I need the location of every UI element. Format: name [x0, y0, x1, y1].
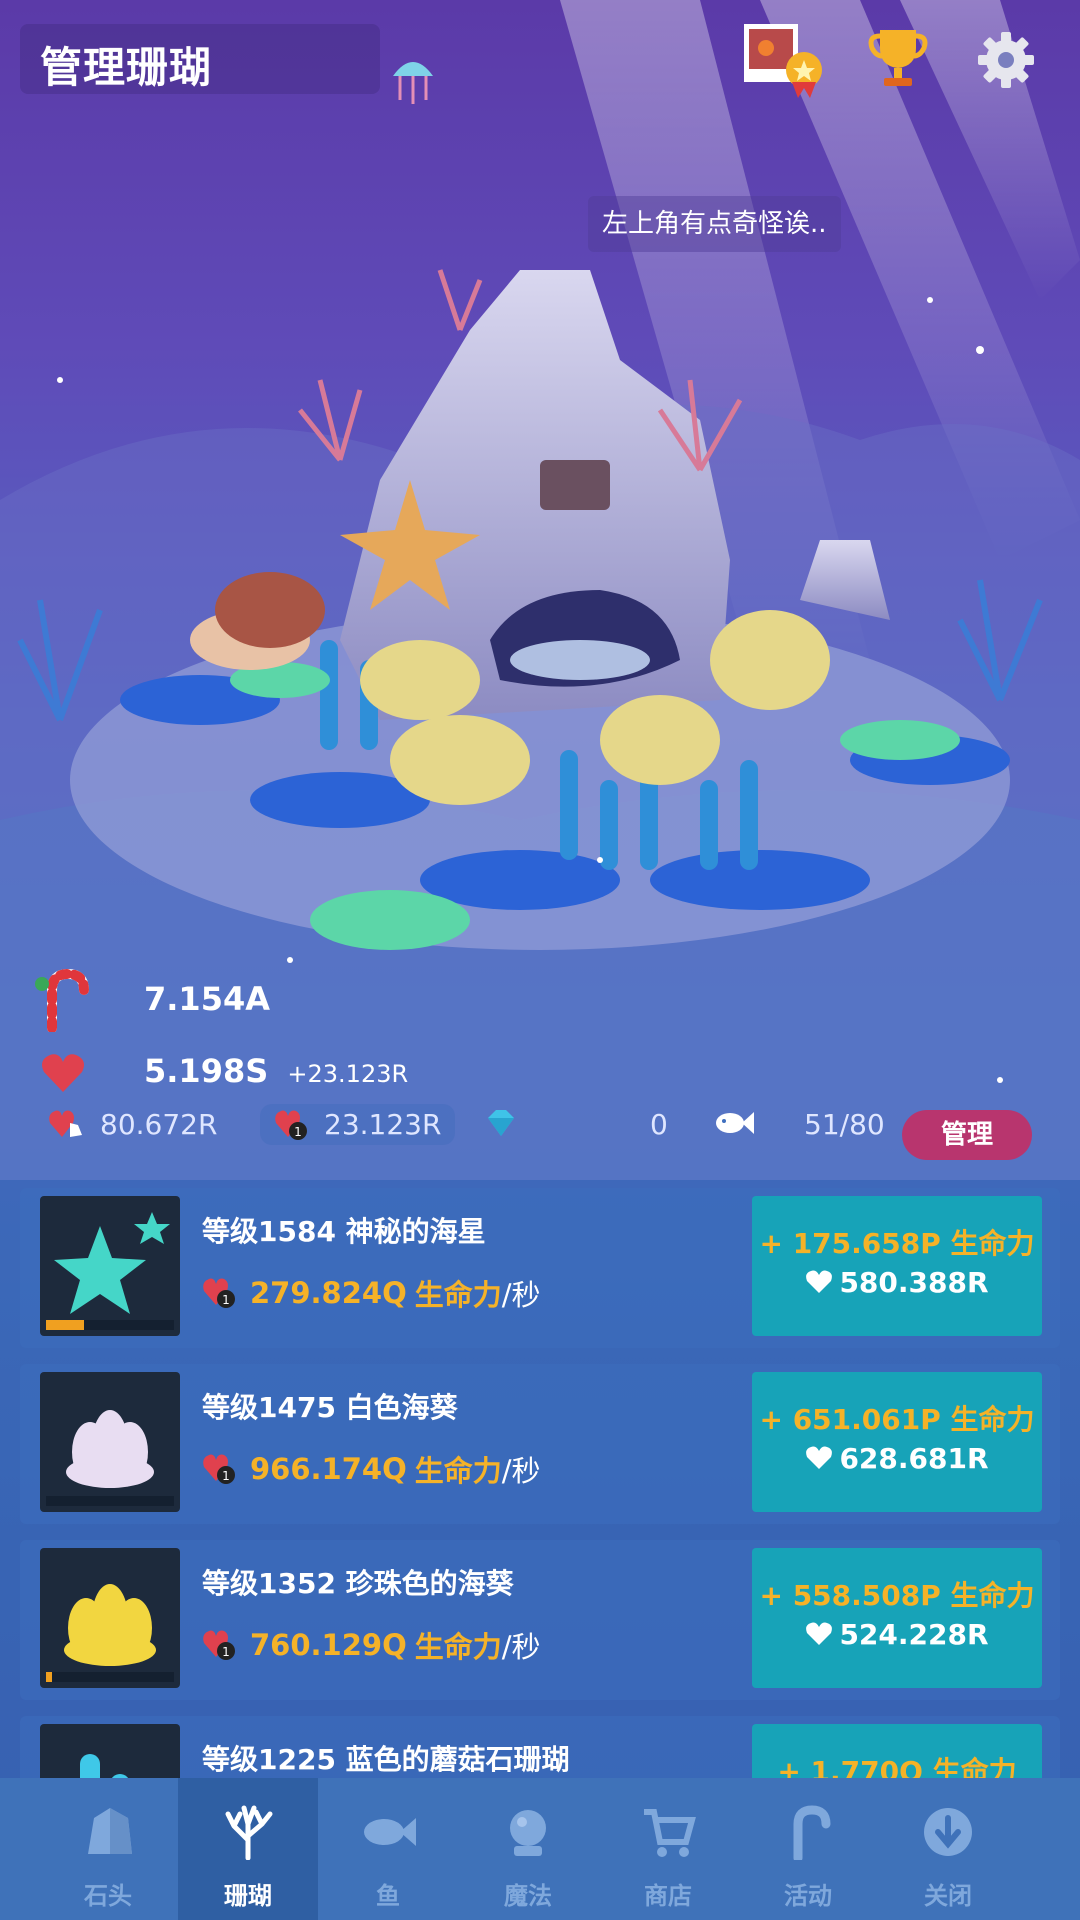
- vitality-value-row: 5.198S +23.123R: [144, 1052, 408, 1090]
- tap-stat: 80.672R: [48, 1108, 217, 1141]
- coral-rate: 1 279.824Q 生命力/秒: [202, 1272, 541, 1314]
- heart-boost-icon: 1: [203, 1630, 235, 1660]
- gem-stat: [484, 1108, 518, 1138]
- tab-cart[interactable]: 商店: [598, 1778, 738, 1920]
- fish-count: 51/80: [804, 1108, 885, 1141]
- tab-label: 关闭: [924, 1882, 972, 1910]
- coral-rate-value: 966.174Q: [250, 1452, 407, 1486]
- upgrade-cost-value: 580.388R: [839, 1266, 989, 1299]
- coral-rate-unit: 生命力: [414, 1630, 502, 1664]
- tab-label: 鱼: [376, 1882, 400, 1910]
- tab-label: 石头: [84, 1882, 132, 1910]
- coral-thumbnail[interactable]: [40, 1372, 180, 1512]
- coral-thumbnail[interactable]: [40, 1724, 180, 1778]
- svg-text:1: 1: [222, 1645, 230, 1659]
- tab-close-down[interactable]: 关闭: [878, 1778, 1018, 1920]
- coral-thumbnail[interactable]: [40, 1548, 180, 1688]
- coral-rate-value: 279.824Q: [250, 1276, 407, 1310]
- tab-label: 商店: [644, 1882, 692, 1910]
- heart-icon: [806, 1622, 833, 1645]
- coral-list-item: 等级1225 蓝色的蘑菇石珊瑚 + 1.770Q 生命力: [20, 1716, 1060, 1778]
- page-title: 管理珊瑚: [40, 43, 213, 92]
- heart-boost-icon: 1: [275, 1110, 307, 1140]
- heart-boost-icon: 1: [203, 1278, 235, 1308]
- heart-boost-icon: 1: [203, 1454, 235, 1484]
- upgrade-button[interactable]: + 175.658P 生命力 580.388R: [752, 1196, 1042, 1336]
- upgrade-gain: + 175.658P 生命力: [759, 1227, 1035, 1260]
- tab-label: 活动: [784, 1882, 832, 1910]
- svg-text:1: 1: [294, 1125, 302, 1139]
- heart-icon: [806, 1446, 833, 1469]
- coral-progress-bar: [46, 1496, 174, 1506]
- candy-cane-icon: [30, 968, 94, 1033]
- boost-stat: 1 23.123R: [260, 1104, 456, 1145]
- upgrade-cost: 628.681R: [752, 1442, 1042, 1475]
- upgrade-cost-value: 628.681R: [839, 1442, 989, 1475]
- upgrade-gain: + 558.508P 生命力: [759, 1579, 1035, 1612]
- upgrade-cost: 524.228R: [752, 1618, 1042, 1651]
- coral-list-item: 等级1352 珍珠色的海葵 1 760.129Q 生命力/秒 + 558.508P 生命…: [20, 1540, 1060, 1700]
- heart-tap-icon: [49, 1110, 82, 1137]
- tab-label: 魔法: [504, 1882, 552, 1910]
- coral-thumbnail[interactable]: [40, 1196, 180, 1336]
- photo-achievement-icon[interactable]: [742, 22, 828, 98]
- tab-label: 珊瑚: [224, 1882, 272, 1910]
- coral-list-item: 等级1584 神秘的海星 1 279.824Q 生命力/秒 + 175.658P 生命力…: [20, 1188, 1060, 1348]
- vitality-rate: +23.123R: [287, 1060, 409, 1088]
- candy-value: 7.154A: [144, 980, 270, 1018]
- fish-stat: [714, 1108, 754, 1138]
- coral-rate-suffix: /秒: [501, 1630, 541, 1664]
- upgrade-cost: 580.388R: [752, 1266, 1042, 1299]
- coral-list-item: 等级1475 白色海葵 1 966.174Q 生命力/秒 + 651.061P 生命力 6…: [20, 1364, 1060, 1524]
- coral-title: 等级1225 蓝色的蘑菇石珊瑚: [202, 1743, 570, 1776]
- heart-icon: [806, 1270, 833, 1293]
- upgrade-button[interactable]: + 1.770Q 生命力: [752, 1724, 1042, 1778]
- coral-rate-unit: 生命力: [414, 1278, 502, 1312]
- boost-value: 23.123R: [324, 1108, 442, 1141]
- svg-text:1: 1: [222, 1293, 230, 1307]
- coral-rate-suffix: /秒: [501, 1454, 541, 1488]
- tab-fish[interactable]: 鱼: [318, 1778, 458, 1920]
- coral-rate-unit: 生命力: [414, 1454, 502, 1488]
- coral-title: 等级1352 珍珠色的海葵: [202, 1567, 514, 1600]
- upgrade-gain: + 1.770Q 生命力: [777, 1755, 1017, 1778]
- upgrade-button[interactable]: + 558.508P 生命力 524.228R: [752, 1548, 1042, 1688]
- coral-progress-bar: [46, 1320, 174, 1330]
- upgrade-gain: + 651.061P 生命力: [759, 1403, 1035, 1436]
- tab-coral[interactable]: 珊瑚: [178, 1778, 318, 1920]
- vitality-value: 5.198S: [144, 1052, 269, 1090]
- tab-rock[interactable]: 石头: [38, 1778, 178, 1920]
- coral-rate-suffix: /秒: [501, 1278, 541, 1312]
- speech-bubble: 左上角有点奇怪诶..: [588, 196, 841, 252]
- coral-rate: 1 760.129Q 生命力/秒: [202, 1624, 541, 1666]
- coral-rate-value: 760.129Q: [250, 1628, 407, 1662]
- bottom-tab-bar: 石头 珊瑚 鱼 魔法 商店 活动 关闭: [0, 1778, 1080, 1920]
- coral-title: 等级1584 神秘的海星: [202, 1215, 486, 1248]
- page-title-box: 管理珊瑚: [20, 24, 380, 94]
- jellyfish-icon[interactable]: [388, 48, 438, 108]
- trophy-icon[interactable]: [868, 26, 928, 90]
- svg-text:1: 1: [222, 1469, 230, 1483]
- diamond-icon: [488, 1110, 514, 1136]
- upgrade-button[interactable]: + 651.061P 生命力 628.681R: [752, 1372, 1042, 1512]
- tap-value: 80.672R: [100, 1108, 218, 1141]
- gem-value: 0: [650, 1108, 668, 1141]
- coral-list: 等级1584 神秘的海星 1 279.824Q 生命力/秒 + 175.658P 生命力…: [0, 1180, 1080, 1778]
- manage-button[interactable]: 管理: [902, 1110, 1032, 1160]
- coral-progress-bar: [46, 1672, 174, 1682]
- coral-title: 等级1475 白色海葵: [202, 1391, 458, 1424]
- coral-rate: 1 966.174Q 生命力/秒: [202, 1448, 541, 1490]
- tab-magic[interactable]: 魔法: [458, 1778, 598, 1920]
- gear-icon[interactable]: [976, 30, 1036, 90]
- tab-candy-cane[interactable]: 活动: [738, 1778, 878, 1920]
- heart-icon: [40, 1052, 86, 1094]
- fish-count-icon: [716, 1112, 754, 1134]
- upgrade-cost-value: 524.228R: [839, 1618, 989, 1651]
